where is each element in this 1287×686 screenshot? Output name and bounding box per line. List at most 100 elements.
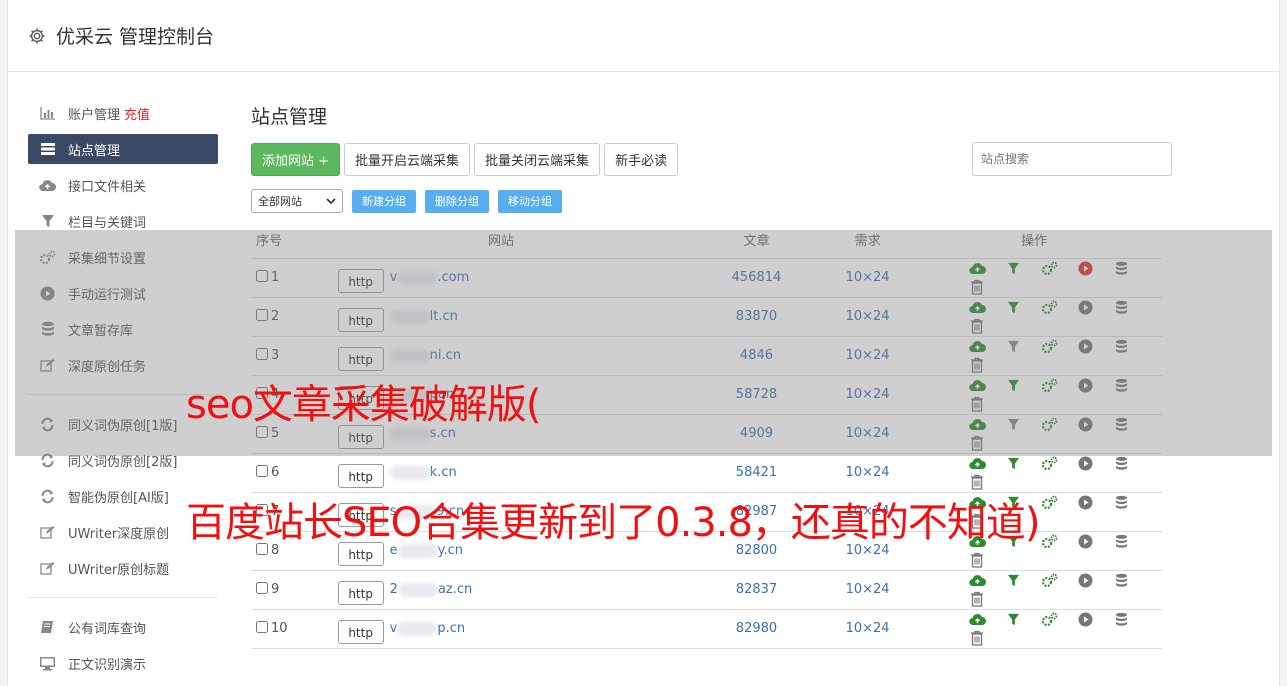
- cloud-upload-icon[interactable]: [968, 338, 986, 356]
- enable-cloud-collect-button[interactable]: 批量开启云端采集: [344, 142, 471, 176]
- cloud-upload-icon[interactable]: [968, 533, 986, 551]
- sidebar-item[interactable]: 智能伪原创[AI版]: [28, 478, 218, 514]
- sidebar-item[interactable]: 账户管理 充值: [28, 95, 218, 131]
- demand-value[interactable]: 10×24: [828, 258, 907, 298]
- row-checkbox[interactable]: [256, 270, 268, 282]
- play-icon[interactable]: [1076, 494, 1094, 512]
- sidebar-item[interactable]: 手动运行测试: [28, 275, 218, 311]
- row-checkbox[interactable]: [256, 504, 268, 516]
- demand-value[interactable]: 10×24: [828, 336, 907, 376]
- http-badge[interactable]: http: [337, 541, 384, 566]
- database-icon[interactable]: [1112, 611, 1130, 629]
- site-domain[interactable]: k.cn: [389, 465, 457, 480]
- trash-icon[interactable]: [968, 395, 986, 413]
- sidebar-item[interactable]: 同义词伪原创[1版]: [28, 406, 218, 442]
- http-badge[interactable]: http: [337, 307, 384, 332]
- filter-icon[interactable]: [1004, 377, 1022, 395]
- filter-icon[interactable]: [1004, 260, 1022, 278]
- move-group-button[interactable]: 移动分组: [498, 189, 562, 213]
- play-icon[interactable]: [1076, 416, 1094, 434]
- filter-icon[interactable]: [1004, 416, 1022, 434]
- row-checkbox[interactable]: [256, 309, 268, 321]
- play-icon[interactable]: [1076, 455, 1094, 473]
- trash-icon[interactable]: [968, 434, 986, 452]
- row-checkbox[interactable]: [256, 387, 268, 399]
- http-badge[interactable]: http: [337, 463, 384, 488]
- sidebar-item[interactable]: UWriter深度原创: [28, 514, 218, 550]
- article-count[interactable]: 82980: [684, 609, 829, 649]
- row-checkbox[interactable]: [256, 543, 268, 555]
- site-search-input[interactable]: [972, 142, 1172, 176]
- play-icon[interactable]: [1076, 338, 1094, 356]
- cloud-upload-icon[interactable]: [968, 494, 986, 512]
- site-domain[interactable]: v p.cn: [390, 621, 465, 636]
- sidebar-item[interactable]: 正文识别演示: [28, 645, 218, 681]
- sidebar-item[interactable]: 采集细节设置: [28, 239, 218, 275]
- cloud-upload-icon[interactable]: [968, 611, 986, 629]
- database-icon[interactable]: [1112, 299, 1130, 317]
- http-badge[interactable]: http: [337, 502, 384, 527]
- guide-button[interactable]: 新手必读: [604, 142, 679, 176]
- gears-icon[interactable]: [1040, 494, 1058, 512]
- filter-icon[interactable]: [1004, 455, 1022, 473]
- database-icon[interactable]: [1112, 572, 1130, 590]
- database-icon[interactable]: [1112, 455, 1130, 473]
- cloud-upload-icon[interactable]: [968, 299, 986, 317]
- site-domain[interactable]: ni.cn: [389, 348, 461, 363]
- demand-value[interactable]: 10×24: [828, 609, 907, 649]
- row-checkbox[interactable]: [256, 348, 268, 360]
- cloud-upload-icon[interactable]: [968, 572, 986, 590]
- demand-value[interactable]: 10×24: [828, 492, 907, 532]
- cloud-upload-icon[interactable]: [968, 416, 986, 434]
- row-checkbox[interactable]: [256, 465, 268, 477]
- cloud-upload-icon[interactable]: [968, 455, 986, 473]
- demand-value[interactable]: 10×24: [828, 453, 907, 493]
- demand-value[interactable]: 10×24: [828, 297, 907, 337]
- play-icon[interactable]: [1076, 533, 1094, 551]
- demand-value[interactable]: 10×24: [828, 414, 907, 454]
- group-select[interactable]: 全部网站: [251, 189, 343, 213]
- site-domain[interactable]: lt.cn: [389, 309, 458, 324]
- play-icon[interactable]: [1076, 572, 1094, 590]
- trash-icon[interactable]: [968, 317, 986, 335]
- sidebar-item[interactable]: 深度原创任务: [28, 347, 218, 383]
- http-badge[interactable]: http: [337, 580, 384, 605]
- trash-icon[interactable]: [968, 473, 986, 491]
- gears-icon[interactable]: [1040, 611, 1058, 629]
- gears-icon[interactable]: [1040, 260, 1058, 278]
- sidebar-item[interactable]: UWriter原创标题: [28, 550, 218, 586]
- site-domain[interactable]: v .com: [390, 270, 470, 285]
- filter-icon[interactable]: [1004, 494, 1022, 512]
- trash-icon[interactable]: [968, 278, 986, 296]
- filter-icon[interactable]: [1004, 572, 1022, 590]
- trash-icon[interactable]: [968, 590, 986, 608]
- play-icon[interactable]: [1076, 611, 1094, 629]
- trash-icon[interactable]: [968, 551, 986, 569]
- demand-value[interactable]: 10×24: [828, 570, 907, 610]
- site-domain[interactable]: e y.cn: [390, 543, 463, 558]
- sidebar-item[interactable]: 栏目与关键词: [28, 203, 218, 239]
- new-group-button[interactable]: 新建分组: [352, 189, 416, 213]
- delete-group-button[interactable]: 删除分组: [425, 189, 489, 213]
- article-count[interactable]: 58728: [684, 375, 829, 415]
- article-count[interactable]: 82800: [684, 531, 829, 571]
- disable-cloud-collect-button[interactable]: 批量关闭云端采集: [474, 142, 601, 176]
- database-icon[interactable]: [1112, 533, 1130, 551]
- gears-icon[interactable]: [1040, 533, 1058, 551]
- add-site-button[interactable]: 添加网站 +: [251, 142, 341, 176]
- trash-icon[interactable]: [968, 512, 986, 530]
- row-checkbox[interactable]: [256, 621, 268, 633]
- sidebar-item[interactable]: 同义词伪原创[2版]: [28, 442, 218, 478]
- gears-icon[interactable]: [1040, 377, 1058, 395]
- cloud-upload-icon[interactable]: [968, 377, 986, 395]
- article-count[interactable]: 4909: [684, 414, 829, 454]
- recharge-link[interactable]: 充值: [124, 104, 150, 123]
- http-badge[interactable]: http: [337, 385, 384, 410]
- site-domain[interactable]: 2 az.cn: [390, 582, 473, 597]
- sidebar-item[interactable]: 文章暂存库: [28, 311, 218, 347]
- site-domain[interactable]: pan: [389, 387, 454, 402]
- database-icon[interactable]: [1112, 416, 1130, 434]
- article-count[interactable]: 82987: [684, 492, 829, 532]
- demand-value[interactable]: 10×24: [828, 531, 907, 571]
- database-icon[interactable]: [1112, 494, 1130, 512]
